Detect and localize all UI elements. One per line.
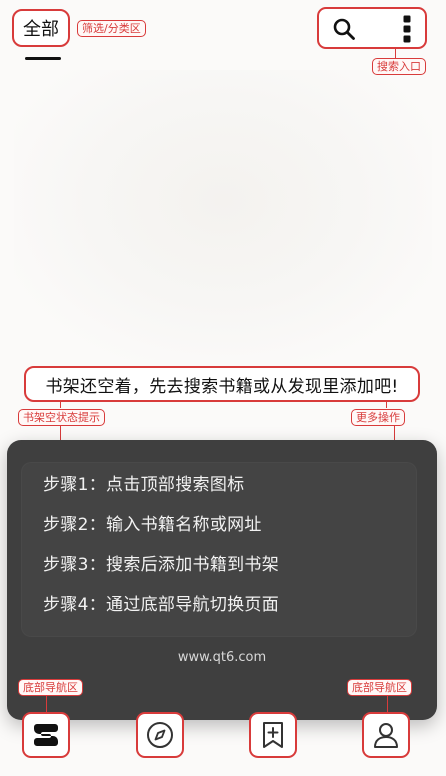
guide-panel: 步骤1：点击顶部搜索图标 步骤2：输入书籍名称或网址 步骤3：搜索后添加书籍到书… bbox=[7, 440, 437, 720]
tab-all-label: 全部 bbox=[23, 19, 59, 40]
nav-profile[interactable] bbox=[362, 712, 410, 758]
more-actions-tag: 更多操作 bbox=[351, 409, 405, 426]
nav-bookshelf[interactable] bbox=[22, 712, 70, 758]
guide-step-3: 步骤3：搜索后添加书籍到书架 bbox=[43, 555, 280, 575]
bottom-nav-right-connector bbox=[387, 695, 388, 712]
site-url: www.qt6.com bbox=[177, 650, 267, 665]
bottom-nav-tag-left: 底部导航区 bbox=[18, 679, 83, 696]
compass-icon bbox=[147, 722, 173, 748]
empty-bookshelf-area bbox=[14, 70, 432, 360]
search-entry-tag: 搜索入口 bbox=[372, 58, 426, 75]
nav-add-book[interactable] bbox=[249, 712, 297, 758]
bottom-nav-tag-right: 底部导航区 bbox=[347, 679, 412, 696]
empty-shelf-message: 书架还空着，先去搜索书籍或从发现里添加吧! bbox=[24, 366, 420, 402]
more-button[interactable] bbox=[395, 12, 419, 46]
empty-shelf-text: 书架还空着，先去搜索书籍或从发现里添加吧! bbox=[45, 376, 399, 397]
bookshelf-icon bbox=[34, 724, 58, 746]
status-tag-connector-lower bbox=[60, 426, 61, 440]
guide-step-4: 步骤4：通过底部导航切换页面 bbox=[43, 595, 280, 615]
bottom-nav-left-connector bbox=[46, 695, 47, 712]
empty-status-tag: 书架空状态提示 bbox=[18, 409, 105, 426]
guide-step-2: 步骤2：输入书籍名称或网址 bbox=[43, 515, 262, 535]
more-vertical-icon bbox=[403, 15, 411, 43]
guide-steps-card: 步骤1：点击顶部搜索图标 步骤2：输入书籍名称或网址 步骤3：搜索后添加书籍到书… bbox=[21, 462, 417, 637]
status-tag-connector bbox=[60, 402, 61, 408]
tab-active-indicator bbox=[25, 57, 61, 60]
profile-icon bbox=[374, 723, 398, 748]
search-icon bbox=[333, 18, 355, 40]
top-actions bbox=[317, 7, 427, 49]
bookmark-add-icon bbox=[263, 722, 283, 748]
more-tag-connector bbox=[386, 402, 387, 408]
bookshelf-screen: 全部 筛选/分类区 搜索入口 书架还空着，先去搜索书籍或从发现里添加吧! 书架空… bbox=[0, 0, 446, 776]
search-tag-connector bbox=[395, 49, 396, 58]
tab-all[interactable]: 全部 bbox=[12, 9, 70, 47]
filter-area-tag: 筛选/分类区 bbox=[77, 20, 146, 37]
more-tag-connector-lower bbox=[394, 426, 395, 440]
nav-discover[interactable] bbox=[136, 712, 184, 758]
search-button[interactable] bbox=[329, 14, 359, 44]
guide-step-1: 步骤1：点击顶部搜索图标 bbox=[43, 475, 245, 495]
